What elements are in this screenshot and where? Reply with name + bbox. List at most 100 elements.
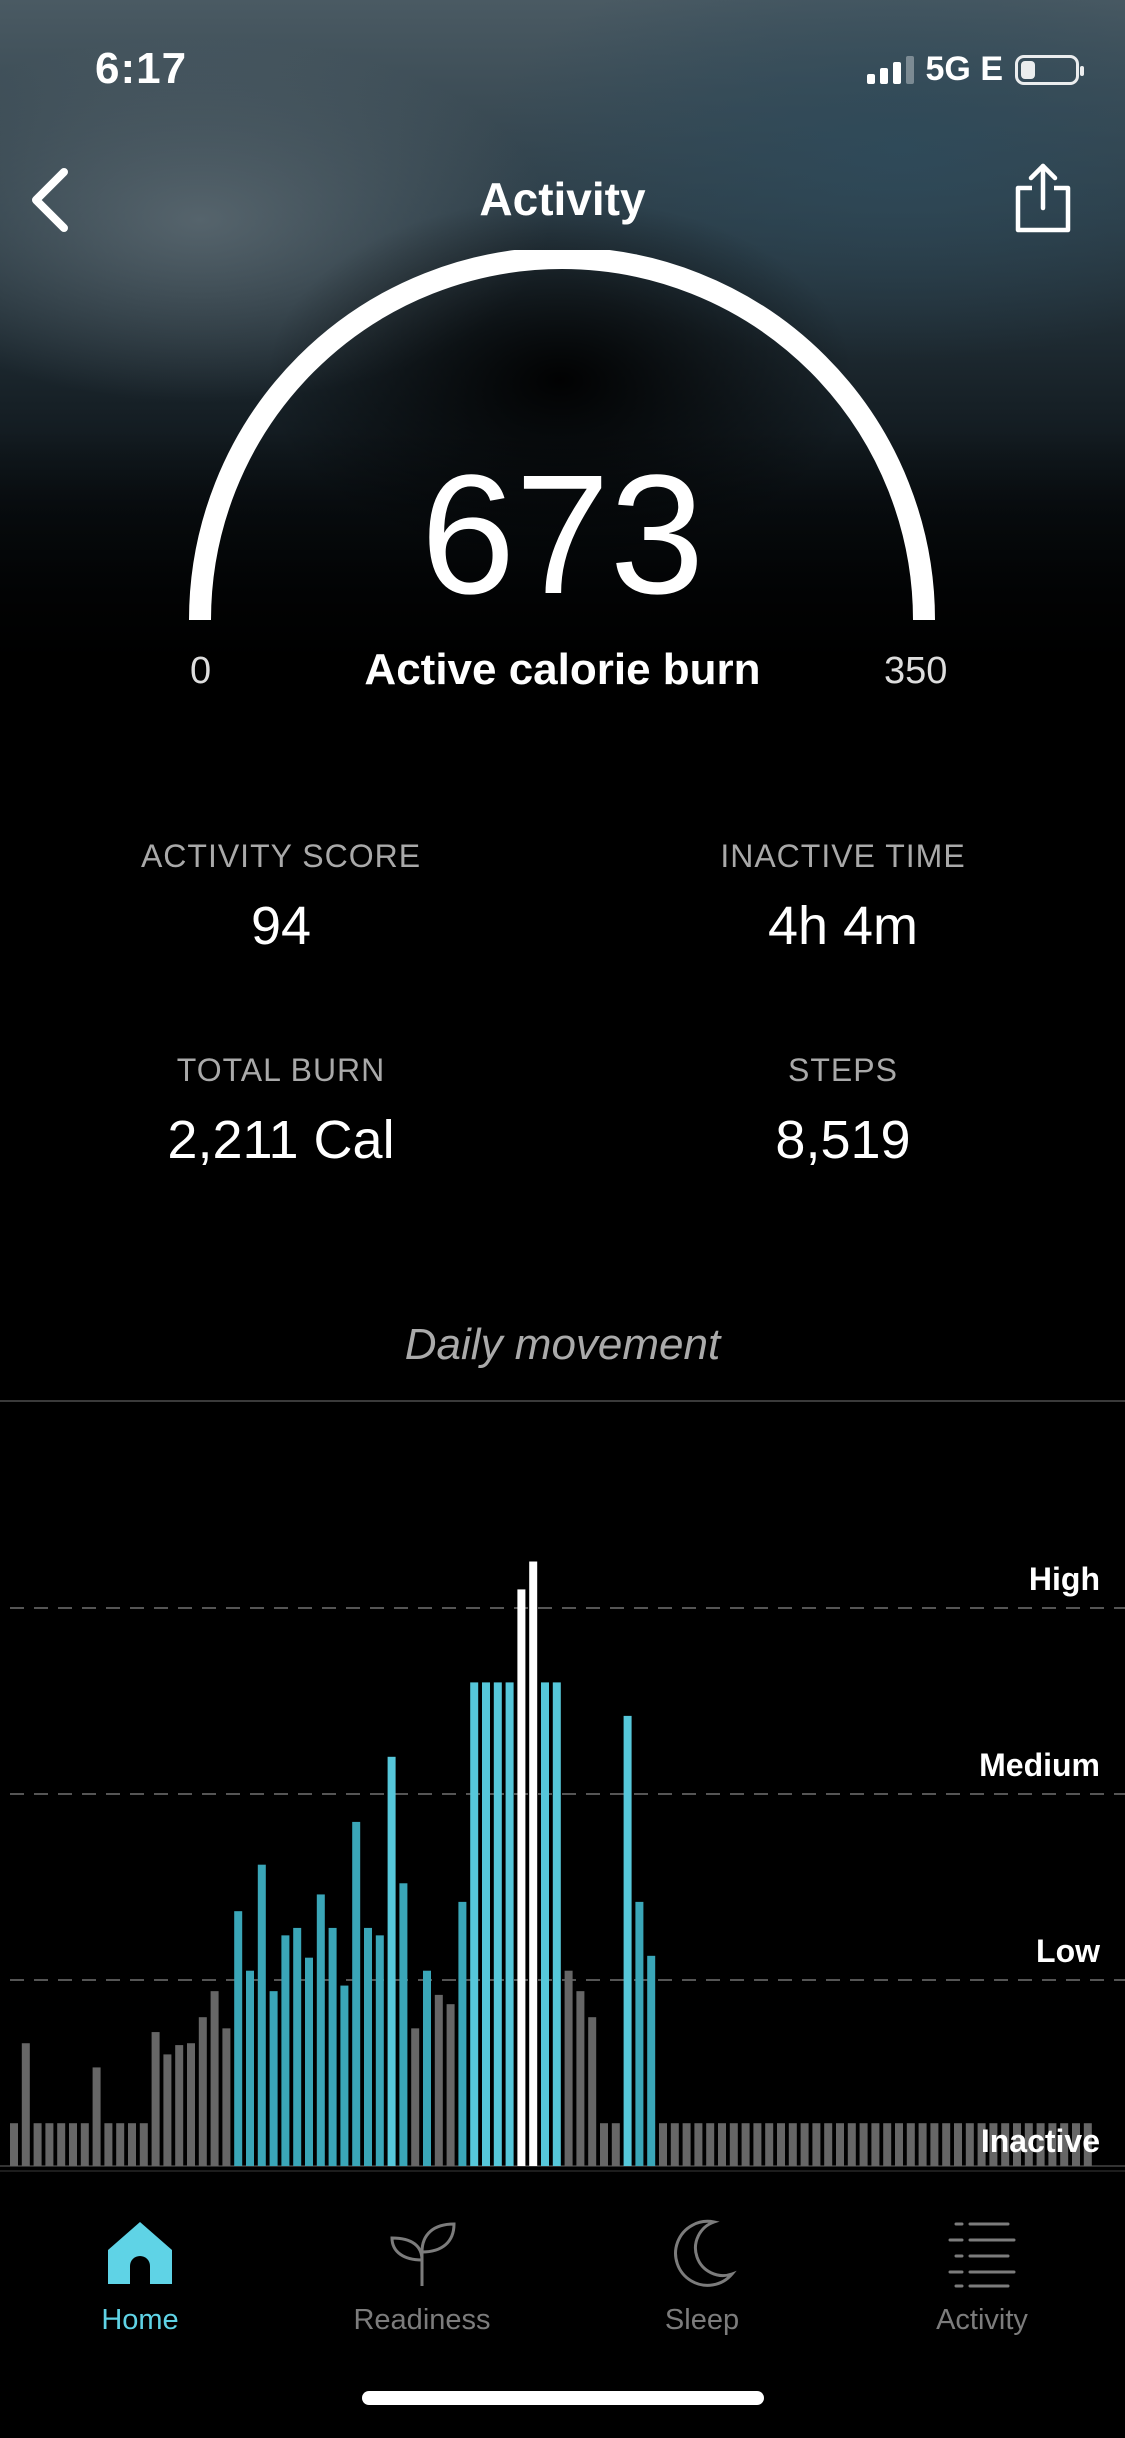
tab-sleep[interactable]: Sleep — [592, 2212, 812, 2362]
movement-bar — [588, 2017, 597, 2166]
activity-score-label: ACTIVITY SCORE — [140, 838, 422, 874]
movement-bar — [246, 1970, 254, 2166]
movement-bar — [859, 2123, 868, 2166]
level-label-high: High — [1029, 1561, 1100, 1597]
movement-bar — [647, 1955, 656, 2166]
movement-bar — [293, 1927, 302, 2166]
steps-stat[interactable]: STEPS 8,519 — [613, 1052, 1073, 1171]
gauge-value: 673 — [420, 440, 705, 630]
movement-bar — [635, 1901, 644, 2166]
activity-score-stat[interactable]: ACTIVITY SCORE 94 — [51, 838, 511, 957]
tab-home[interactable]: Home — [30, 2212, 250, 2362]
movement-bar — [753, 2123, 762, 2166]
inactive-time-stat[interactable]: INACTIVE TIME 4h 4m — [613, 838, 1073, 957]
movement-bar — [611, 2123, 620, 2166]
movement-bar — [729, 2123, 738, 2166]
movement-bar — [423, 1970, 431, 2166]
movement-bar — [139, 2123, 148, 2166]
level-labels: High Medium Low Inactive — [979, 1561, 1100, 2159]
level-label-inactive: Inactive — [981, 2123, 1100, 2159]
movement-bar — [788, 2123, 797, 2166]
movement-bar — [387, 1756, 396, 2166]
movement-bar — [694, 2123, 703, 2166]
movement-bars — [10, 1561, 1092, 2166]
share-icon — [1015, 163, 1071, 233]
movement-bar — [269, 1991, 278, 2166]
steps-value: 8,519 — [775, 1110, 911, 1170]
movement-bar — [234, 1911, 243, 2166]
movement-bar — [399, 1883, 408, 2166]
movement-bar — [434, 1994, 443, 2166]
daily-movement-title: Daily movement — [404, 1320, 721, 1369]
movement-bar — [670, 2123, 679, 2166]
movement-bar — [564, 1970, 573, 2166]
movement-bar — [682, 2123, 691, 2166]
movement-bar — [847, 2123, 856, 2166]
movement-bar — [10, 2123, 18, 2166]
movement-bar — [777, 2123, 785, 2166]
movement-bar — [458, 1901, 467, 2166]
movement-bar — [906, 2123, 915, 2166]
movement-bar — [505, 1682, 514, 2166]
tab-activity[interactable]: Activity — [872, 2212, 1092, 2362]
page-title: Activity — [479, 173, 646, 225]
movement-bar — [222, 2028, 231, 2166]
movement-bar — [600, 2123, 608, 2166]
movement-bar — [411, 2028, 420, 2166]
total-burn-label: TOTAL BURN — [176, 1052, 386, 1088]
home-icon — [108, 2222, 172, 2284]
movement-bar — [824, 2123, 833, 2166]
movement-bar — [706, 2123, 715, 2166]
daily-movement-chart[interactable]: High Medium Low Inactive — [0, 1540, 1125, 2180]
status-bar: 6:17 5G E — [0, 0, 1125, 130]
movement-bar — [871, 2123, 880, 2166]
movement-bar — [352, 1821, 361, 2166]
movement-bar — [281, 1935, 290, 2166]
movement-bar — [316, 1894, 325, 2166]
activity-list-icon — [948, 2222, 1016, 2288]
movement-bar — [493, 1682, 502, 2166]
movement-bar — [741, 2123, 750, 2166]
movement-bar — [965, 2123, 974, 2166]
network-label: 5G E — [925, 50, 1003, 88]
tab-readiness[interactable]: Readiness — [312, 2212, 532, 2362]
movement-bar — [128, 2123, 136, 2166]
movement-bar — [364, 1927, 372, 2166]
movement-bar — [836, 2123, 844, 2166]
movement-bar — [45, 2123, 54, 2166]
signal-icon — [866, 55, 914, 84]
movement-bar — [104, 2123, 113, 2166]
movement-bar — [930, 2123, 939, 2166]
movement-bar — [305, 1957, 313, 2166]
movement-bar — [210, 1991, 219, 2166]
share-button[interactable] — [1010, 160, 1076, 236]
activity-score-value: 94 — [250, 896, 312, 956]
movement-bar — [57, 2123, 66, 2166]
movement-bar — [198, 2017, 207, 2166]
movement-bar — [482, 1682, 490, 2166]
movement-bar — [33, 2123, 42, 2166]
movement-bar — [375, 1935, 384, 2166]
movement-bar — [800, 2123, 809, 2166]
movement-bar — [163, 2054, 172, 2166]
movement-bar — [942, 2123, 951, 2166]
steps-label: STEPS — [788, 1052, 898, 1088]
movement-bar — [470, 1682, 479, 2166]
movement-bar — [21, 2043, 30, 2166]
gauge-max-label: 350 — [884, 650, 948, 692]
movement-bar — [576, 1991, 585, 2166]
tab-sleep-label: Sleep — [664, 2304, 740, 2336]
tab-readiness-label: Readiness — [353, 2304, 491, 2336]
tab-activity-label: Activity — [936, 2304, 1028, 2336]
section-divider — [0, 1400, 1125, 1402]
level-label-low: Low — [1036, 1933, 1100, 1969]
movement-bar — [659, 2123, 667, 2166]
movement-bar — [623, 1715, 632, 2166]
total-burn-stat[interactable]: TOTAL BURN 2,211 Cal — [51, 1052, 511, 1171]
battery-icon — [1015, 54, 1084, 85]
sprout-icon — [390, 2222, 456, 2286]
level-label-medium: Medium — [979, 1747, 1100, 1783]
home-indicator — [362, 2391, 764, 2405]
movement-bar — [257, 1864, 266, 2166]
movement-bar — [116, 2123, 125, 2166]
